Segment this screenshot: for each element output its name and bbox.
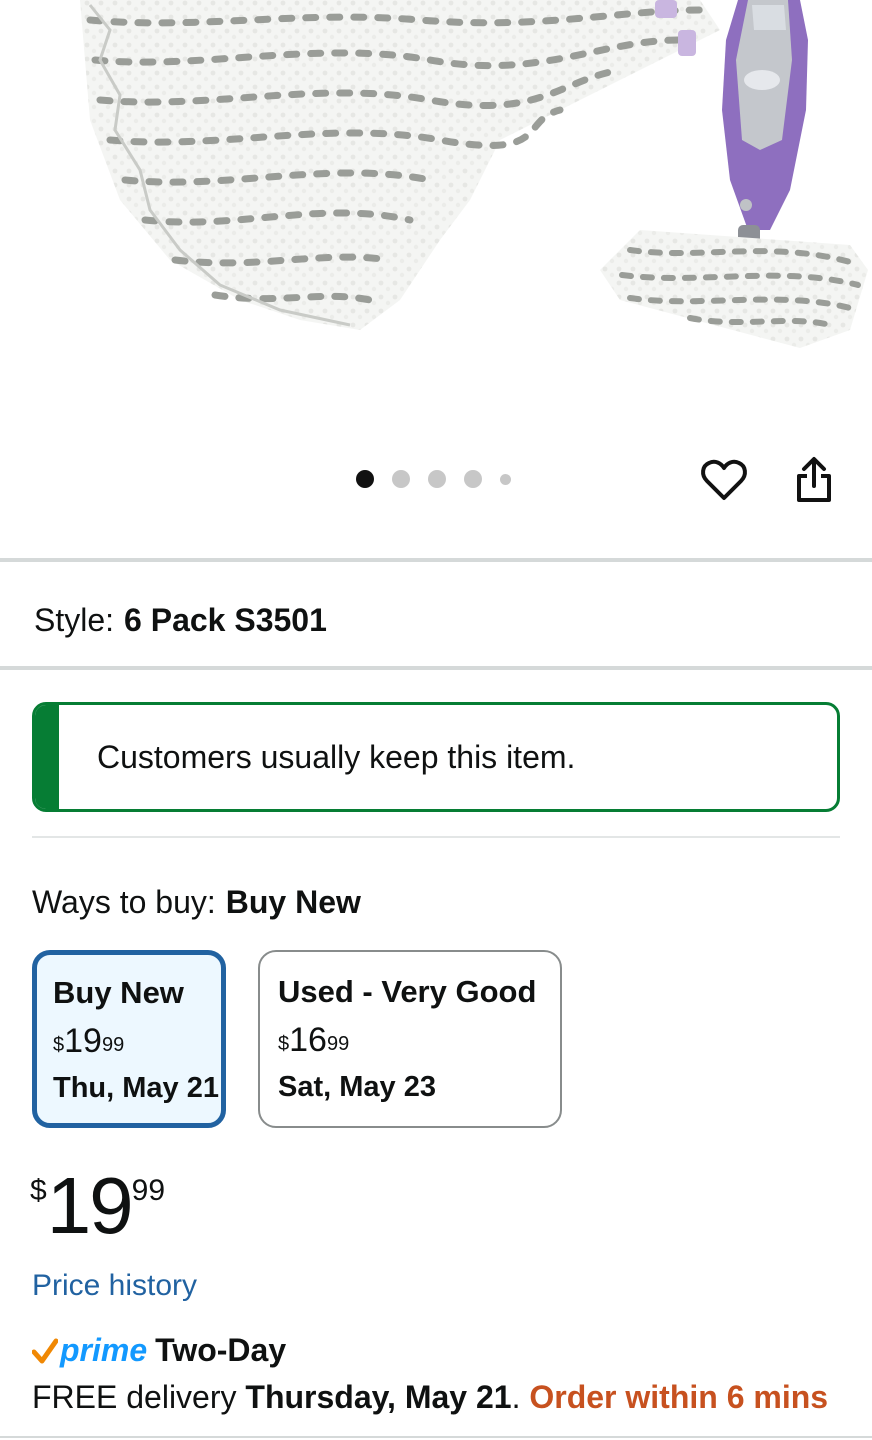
- product-price: $1999: [30, 1166, 165, 1246]
- divider: [0, 558, 872, 562]
- divider: [0, 1436, 872, 1438]
- price-fraction: 99: [101, 1034, 125, 1056]
- buy-option-date: Sat, May 23: [278, 1071, 436, 1103]
- customers-keep-banner: Customers usually keep this item.: [32, 702, 840, 812]
- carousel-dot-2[interactable]: [392, 470, 410, 488]
- delivery-sep: .: [511, 1379, 521, 1415]
- buy-option-used-very-good[interactable]: Used - Very Good $1699 Sat, May 23: [258, 950, 562, 1128]
- carousel-dot-1[interactable]: [356, 470, 374, 488]
- carousel-dot-5[interactable]: [500, 473, 511, 485]
- price-currency: $: [278, 1033, 290, 1055]
- delivery-info: FREE delivery Thursday, May 21. Order wi…: [32, 1376, 828, 1418]
- style-value: 6 Pack S3501: [124, 602, 327, 638]
- carousel-dot-4[interactable]: [464, 470, 482, 488]
- prime-speed: Two-Day: [155, 1332, 287, 1368]
- buy-option-price: $1699: [278, 1018, 542, 1062]
- divider: [32, 836, 840, 838]
- style-label: Style:: [34, 602, 115, 638]
- price-whole: 19: [64, 1022, 102, 1060]
- product-image-graphic: [80, 0, 868, 348]
- product-image[interactable]: [0, 0, 872, 440]
- delivery-date: Thursday, May 21: [245, 1379, 512, 1415]
- buy-option-date: Thu, May 21: [53, 1072, 219, 1104]
- add-to-wishlist-button[interactable]: [698, 454, 750, 506]
- share-icon: [797, 457, 831, 502]
- buy-option-new[interactable]: Buy New $1999 Thu, May 21: [32, 950, 226, 1128]
- ways-to-buy-selected: Buy New: [225, 884, 361, 920]
- prime-check-icon: [32, 1338, 58, 1363]
- carousel-dot-3[interactable]: [428, 470, 446, 488]
- order-cutoff: Order within 6 mins: [529, 1379, 829, 1415]
- image-carousel-dots[interactable]: [356, 470, 511, 488]
- buy-option-title: Buy New: [53, 975, 184, 1010]
- price-history-link[interactable]: Price history: [32, 1266, 197, 1306]
- price-currency: $: [53, 1034, 65, 1056]
- share-button[interactable]: [788, 454, 840, 506]
- delivery-prefix: FREE delivery: [32, 1379, 237, 1415]
- style-selector[interactable]: Style: 6 Pack S3501: [34, 600, 327, 640]
- price-fraction: 99: [131, 1174, 166, 1207]
- banner-accent-bar: [35, 705, 59, 809]
- ways-to-buy-heading: Ways to buy: Buy New: [32, 882, 361, 922]
- buy-option-title: Used - Very Good: [278, 974, 537, 1009]
- price-currency: $: [30, 1174, 47, 1207]
- keep-banner-text: Customers usually keep this item.: [97, 739, 576, 775]
- price-fraction: 99: [326, 1033, 350, 1055]
- ways-to-buy-label: Ways to buy:: [32, 884, 216, 920]
- price-whole: 16: [289, 1021, 327, 1059]
- price-whole: 19: [46, 1161, 134, 1250]
- prime-badge: prime Two-Day: [32, 1332, 286, 1369]
- divider: [0, 666, 872, 670]
- heart-outline-icon: [701, 459, 747, 500]
- buy-option-price: $1999: [53, 1019, 205, 1063]
- prime-logo-text: prime: [60, 1332, 148, 1368]
